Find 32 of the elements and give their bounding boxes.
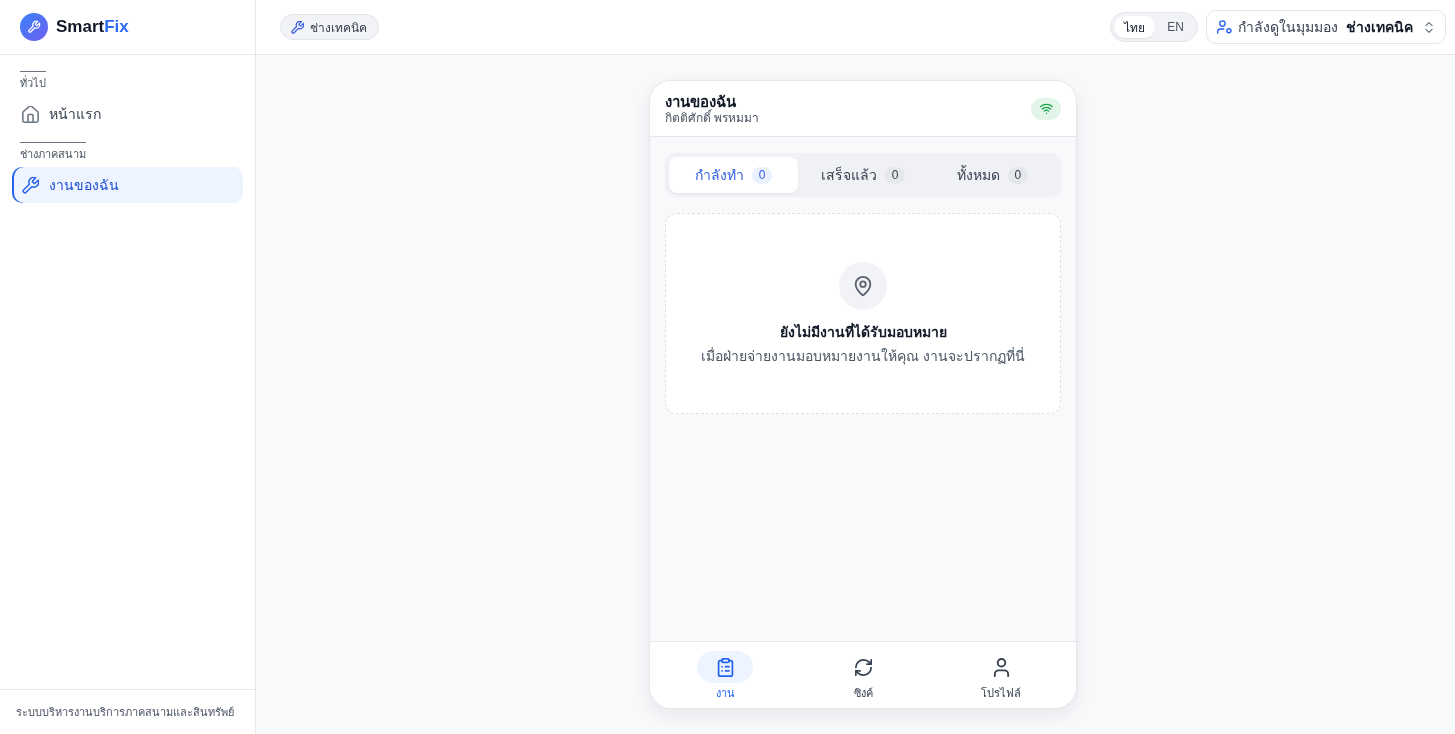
section-label: ทั่วไป — [20, 71, 46, 92]
wrench-icon — [22, 176, 39, 194]
language-option[interactable]: EN — [1157, 16, 1194, 38]
footer-text: ระบบบริหารงานบริการภาคสนามและสินทรัพย์ — [16, 705, 234, 720]
role-badge: ช่างเทคนิค — [280, 14, 379, 40]
house-icon — [22, 105, 39, 123]
language-option[interactable]: ไทย — [1114, 16, 1156, 38]
brand-name: SmartFix — [56, 17, 129, 37]
sidebar-item[interactable]: งานของฉัน — [12, 167, 243, 203]
tab[interactable]: ทั้งหมด 0 — [927, 157, 1057, 193]
chevron-up-down-icon — [1425, 21, 1433, 33]
nav-item[interactable]: ซิงค์ — [794, 642, 932, 708]
tab[interactable]: กำลังทำ 0 — [669, 157, 799, 193]
count-badge: 0 — [752, 166, 773, 184]
screen-title: งานของฉัน — [665, 91, 737, 110]
tab[interactable]: เสร็จแล้ว 0 — [798, 157, 928, 193]
person-icon — [992, 657, 1010, 677]
clipboard-list-icon — [716, 657, 734, 677]
view-as-select[interactable]: กำลังดูในมุมมอง ช่างเทคนิค — [1206, 10, 1446, 44]
person-icon — [1217, 20, 1232, 34]
sidebar-item[interactable]: หน้าแรก — [12, 96, 243, 132]
wrench-icon — [291, 20, 304, 34]
count-badge: 0 — [1007, 166, 1028, 184]
empty-state-title: ยังไม่มีงานที่ได้รับมอบหมาย — [779, 322, 947, 342]
refresh-icon — [854, 657, 872, 677]
section-label: ช่างภาคสนาม — [20, 142, 86, 163]
map-pin-icon — [839, 262, 887, 310]
empty-state-message: เมื่อฝ่ายจ่ายงานมอบหมายงานให้คุณ งานจะปรากฏที่นี่ — [701, 346, 1025, 366]
count-badge: 0 — [885, 166, 905, 184]
logo-icon — [20, 13, 48, 41]
nav-item[interactable]: งาน — [656, 642, 794, 708]
nav-item[interactable]: โปรไฟล์ — [932, 642, 1070, 708]
